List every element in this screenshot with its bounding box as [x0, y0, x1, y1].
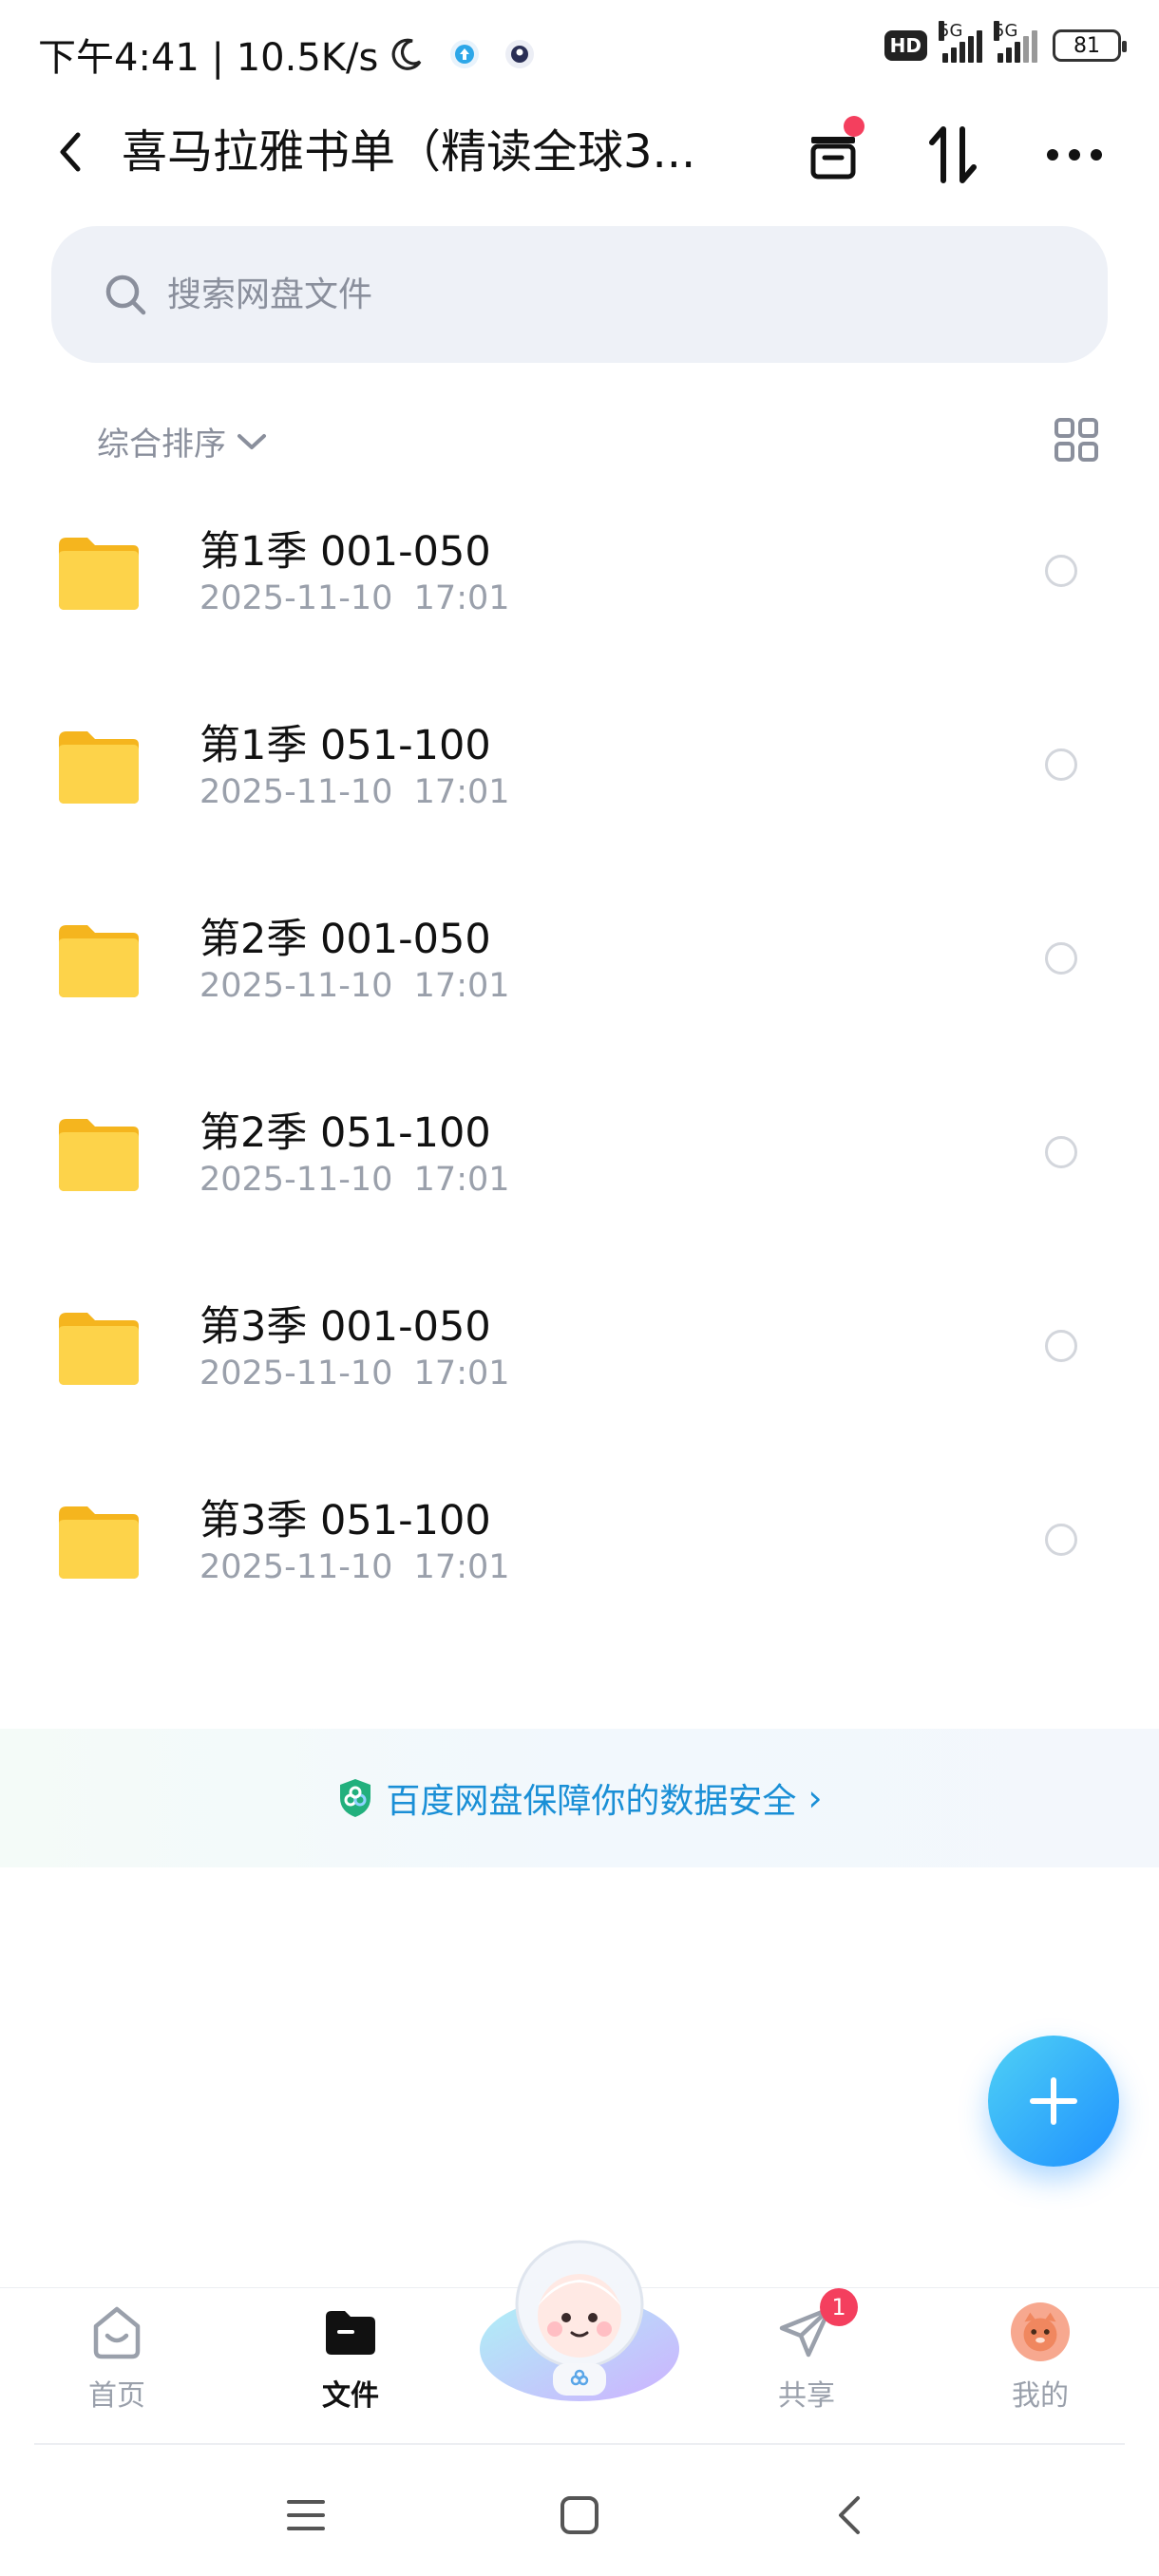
file-name: 第1季 001-050	[200, 528, 491, 576]
more-dots-icon	[1047, 149, 1102, 161]
folder-icon	[59, 1313, 139, 1385]
file-list: 第1季 001-050 2025-11-10 17:01 第1季 051-100…	[0, 494, 1159, 1657]
status-left: 下午4:41 | 10.5K/s	[38, 27, 536, 82]
file-row[interactable]: 第3季 001-050 2025-11-10 17:01	[0, 1269, 1159, 1463]
moon-icon	[391, 38, 422, 70]
select-checkbox[interactable]	[1045, 748, 1077, 781]
file-date: 2025-11-10 17:01	[200, 1161, 510, 1199]
search-bar[interactable]	[51, 226, 1108, 363]
network-type-label-2: 5G	[994, 21, 1018, 41]
more-button[interactable]	[1041, 122, 1108, 188]
shield-icon	[340, 1779, 371, 1817]
menu-lines-icon	[287, 2500, 325, 2530]
file-name: 第3季 001-050	[200, 1303, 491, 1351]
status-bar: 下午4:41 | 10.5K/s HD 5G 5G 81	[0, 0, 1159, 104]
system-back-button[interactable]	[823, 2489, 876, 2542]
file-date: 2025-11-10 17:01	[200, 967, 510, 1005]
select-checkbox[interactable]	[1045, 942, 1077, 975]
folder-icon	[59, 925, 139, 997]
security-text: 百度网盘保障你的数据安全	[386, 1782, 797, 1821]
sort-button[interactable]	[920, 122, 986, 188]
back-arrow-icon	[60, 132, 81, 172]
header: 喜马拉雅书单（精读全球3...	[0, 104, 1159, 199]
file-date: 2025-11-10 17:01	[200, 579, 510, 617]
transfer-list-button[interactable]	[800, 116, 866, 188]
hd-badge: HD	[884, 30, 927, 61]
tab-share-label: 共享	[778, 2379, 835, 2413]
file-name: 第1季 051-100	[200, 722, 491, 769]
divider	[34, 2443, 1125, 2445]
tab-share[interactable]: 1 共享	[735, 2288, 878, 2444]
status-right: HD 5G 5G 81	[884, 21, 1127, 63]
files-folder-icon	[320, 2301, 381, 2362]
avatar	[1010, 2301, 1071, 2362]
tab-files-label: 文件	[322, 2379, 379, 2413]
file-date: 2025-11-10 17:01	[200, 1354, 510, 1392]
folder-icon	[59, 731, 139, 804]
tab-home[interactable]: 首页	[46, 2288, 188, 2444]
status-time-speed: 下午4:41 | 10.5K/s	[38, 36, 379, 80]
file-name: 第2季 001-050	[200, 916, 491, 963]
mascot-assistant-icon[interactable]	[475, 2230, 684, 2411]
back-chevron-icon	[839, 2496, 860, 2534]
search-input[interactable]	[167, 275, 1022, 314]
sort-dropdown[interactable]: 综合排序	[97, 418, 268, 464]
file-date: 2025-11-10 17:01	[200, 1548, 510, 1586]
battery-icon: 81	[1053, 29, 1127, 62]
add-button[interactable]	[988, 2036, 1119, 2167]
file-row[interactable]: 第3季 051-100 2025-11-10 17:01	[0, 1463, 1159, 1657]
tab-mine[interactable]: 我的	[969, 2288, 1112, 2444]
folder-icon	[59, 1119, 139, 1191]
back-button[interactable]	[44, 125, 97, 179]
file-row[interactable]: 第1季 001-050 2025-11-10 17:01	[0, 494, 1159, 688]
chevron-right-icon: ›	[808, 1777, 823, 1819]
sort-arrows-icon	[929, 126, 977, 183]
select-checkbox[interactable]	[1045, 555, 1077, 587]
file-date: 2025-11-10 17:01	[200, 773, 510, 811]
share-badge: 1	[820, 2288, 858, 2326]
file-row[interactable]: 第1季 051-100 2025-11-10 17:01	[0, 688, 1159, 881]
file-name: 第3季 051-100	[200, 1497, 491, 1544]
select-checkbox[interactable]	[1045, 1524, 1077, 1556]
network-type-label: 5G	[939, 21, 963, 41]
page-title: 喜马拉雅书单（精读全球3...	[122, 125, 696, 179]
sort-label: 综合排序	[97, 426, 226, 464]
select-checkbox[interactable]	[1045, 1136, 1077, 1168]
file-row[interactable]: 第2季 001-050 2025-11-10 17:01	[0, 881, 1159, 1075]
tab-home-label: 首页	[88, 2379, 145, 2413]
security-banner[interactable]: 百度网盘保障你的数据安全 ›	[0, 1729, 1159, 1867]
folder-icon	[59, 538, 139, 610]
upload-app-icon	[450, 40, 480, 68]
share-send-icon: 1	[776, 2288, 858, 2362]
signal-icon: 5G	[939, 21, 982, 63]
file-row[interactable]: 第2季 051-100 2025-11-10 17:01	[0, 1075, 1159, 1269]
menu-button[interactable]	[279, 2489, 332, 2542]
notification-dot	[844, 116, 864, 137]
square-home-icon	[560, 2496, 598, 2534]
tab-files[interactable]: 文件	[279, 2288, 422, 2444]
system-nav	[0, 2451, 1159, 2576]
chevron-down-icon	[238, 433, 266, 449]
sort-row: 综合排序	[0, 408, 1159, 475]
battery-level: 81	[1074, 33, 1100, 58]
grid-view-icon[interactable]	[1053, 416, 1100, 464]
file-name: 第2季 051-100	[200, 1109, 491, 1157]
search-icon	[105, 275, 146, 315]
tab-mine-label: 我的	[1012, 2379, 1069, 2413]
select-checkbox[interactable]	[1045, 1330, 1077, 1362]
home-icon	[86, 2301, 147, 2362]
app-notification-icon	[505, 40, 535, 68]
plus-icon	[1030, 2077, 1077, 2125]
signal-icon-2: 5G	[994, 21, 1037, 63]
folder-icon	[59, 1506, 139, 1579]
home-button[interactable]	[553, 2489, 606, 2542]
